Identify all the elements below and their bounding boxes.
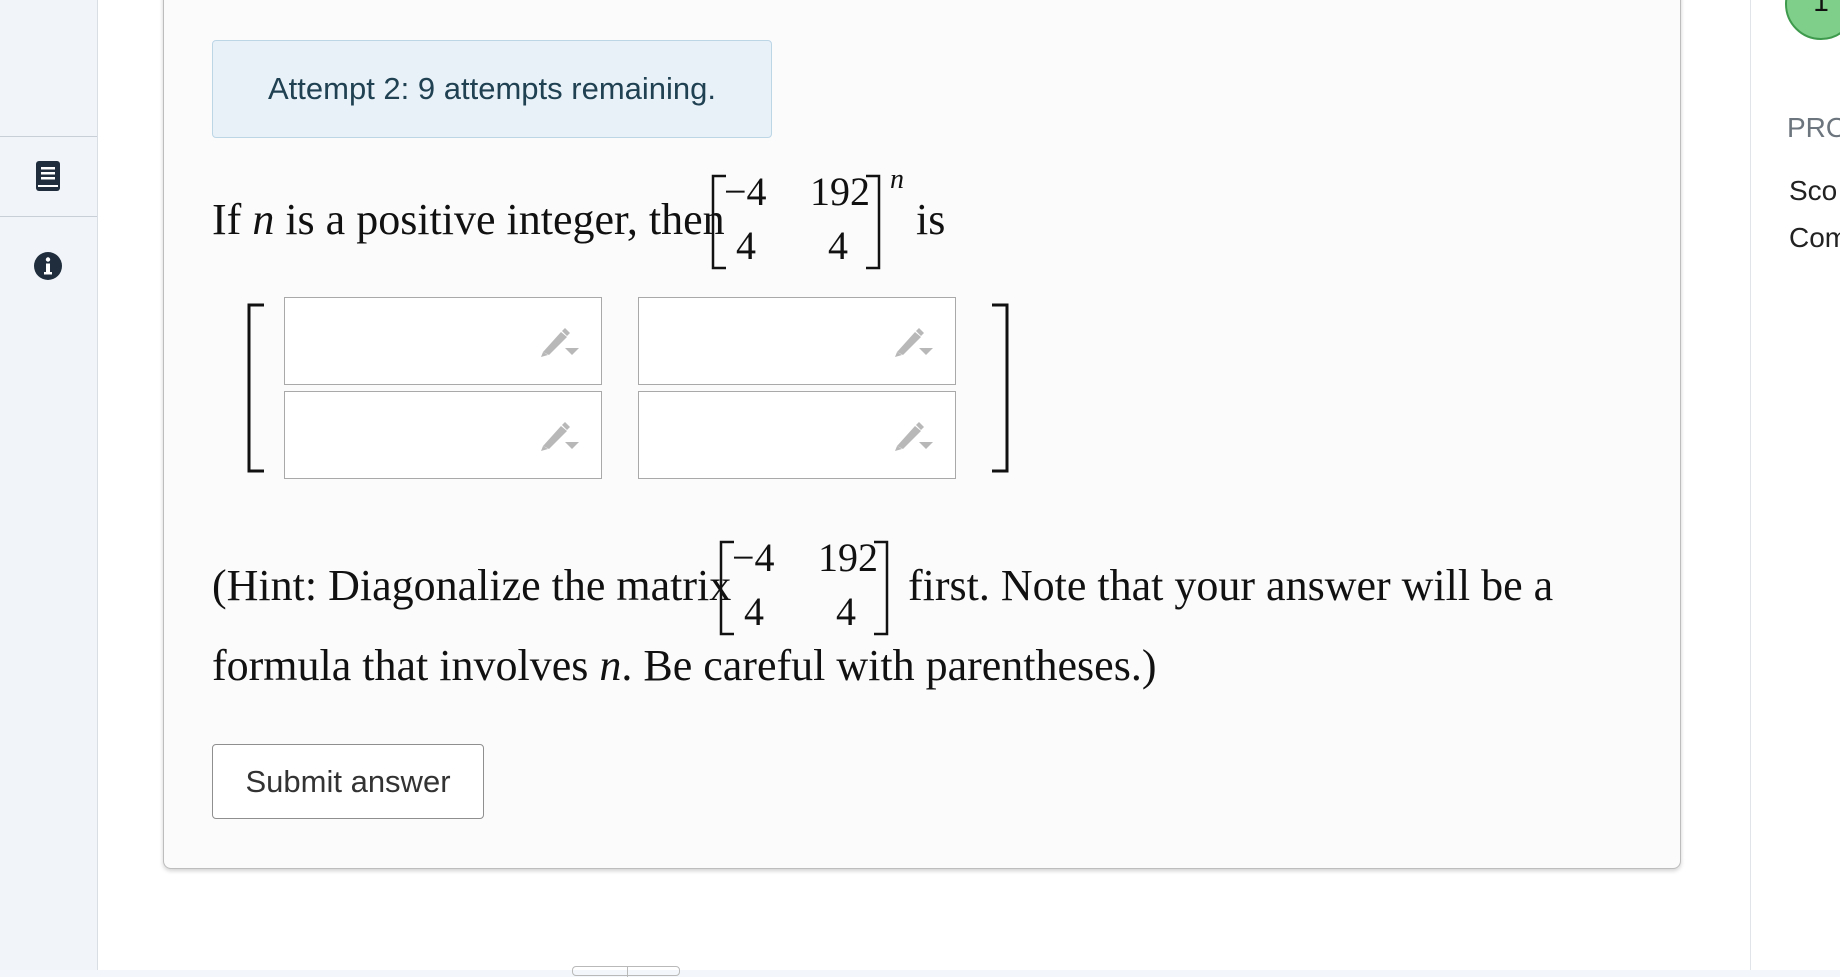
sidebar-divider [0,216,97,217]
submit-answer-label: Submit answer [245,763,451,799]
pagination-divider [627,967,628,977]
question-text: If n is a positive integer, then [212,194,725,245]
hint-line1-prefix: (Hint: Diagonalize the matrix [212,561,732,610]
question-number: 1 [1813,0,1829,17]
matrix-cell-a: −4 [724,169,767,214]
hint-line1-suffix: first. Note that your answer will be a [908,561,1554,610]
hint-variable: n [599,641,622,690]
pagination-control[interactable] [572,966,680,977]
hint-line2-prefix: formula that involves [212,641,589,690]
pencil-edit-icon[interactable] [539,418,583,454]
hint-matrix-cell-a: −4 [732,535,775,580]
answer-cell-1-1[interactable] [284,297,602,385]
left-sidebar [0,0,98,970]
answer-cell-2-1[interactable] [284,391,602,479]
right-bracket [866,174,881,270]
hint-matrix-cell-c: 4 [744,589,764,634]
question-prefix: If [212,195,242,244]
panel-heading: PRO [1787,112,1840,143]
attempts-alert-text: Attempt 2: 9 attempts remaining. [268,71,716,106]
hint-line2-suffix: . Be careful with parentheses.) [621,641,1157,690]
hint-matrix-cell-b: 192 [818,535,878,580]
answer-cell-1-2[interactable] [638,297,956,385]
matrix-cell-c: 4 [736,223,756,268]
hint-right-bracket [874,540,889,636]
question-number-badge[interactable]: 1 [1785,0,1840,40]
matrix-cell-d: 4 [828,223,848,268]
info-icon[interactable] [30,248,66,284]
completion-label: Com [1789,222,1840,253]
book-icon[interactable] [30,158,66,194]
hint-line2: formula that involves n. Be careful with… [212,640,1157,691]
submit-answer-button[interactable]: Submit answer [212,744,484,819]
hint-matrix-cell-d: 4 [836,589,856,634]
right-panel: 1 PRO Sco Com [1750,0,1840,970]
score-label: Sco [1789,175,1838,206]
question-suffix: is [916,195,946,244]
answer-left-bracket [247,303,264,473]
matrix-exponent: n [890,164,904,195]
matrix-cell-b: 192 [810,169,870,214]
sidebar-divider [0,136,97,137]
answer-cell-2-2[interactable] [638,391,956,479]
question-middle: is a positive integer, then [285,195,725,244]
attempts-alert: Attempt 2: 9 attempts remaining. [212,40,772,138]
question-variable: n [252,195,275,244]
answer-right-bracket [992,303,1009,473]
pencil-edit-icon[interactable] [893,418,937,454]
pencil-edit-icon[interactable] [893,324,937,360]
pencil-edit-icon[interactable] [539,324,583,360]
